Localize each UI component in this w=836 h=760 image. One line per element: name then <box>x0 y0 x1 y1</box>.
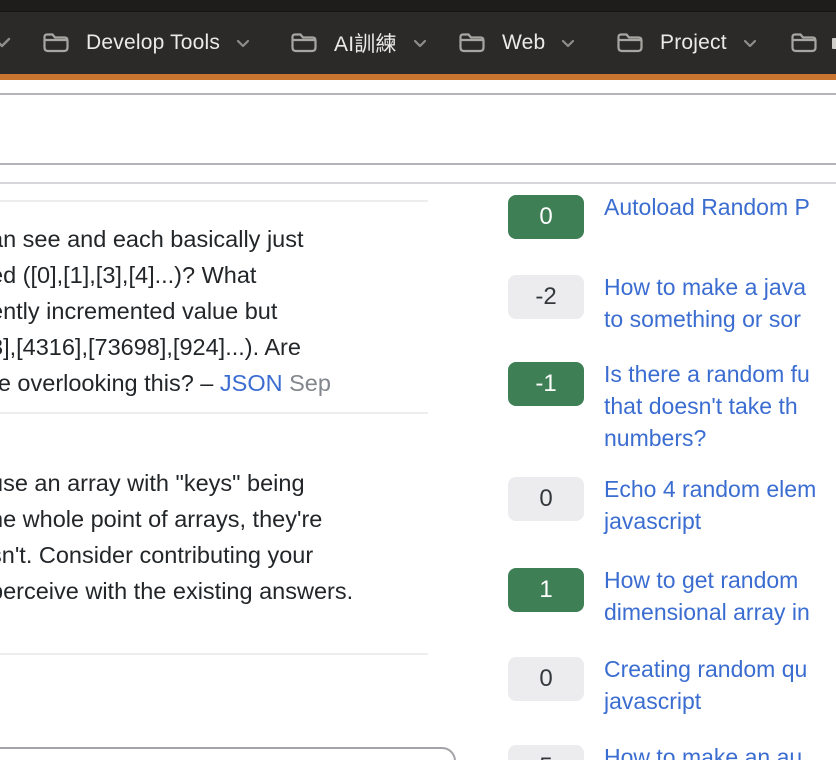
question-title-line: How to get random <box>604 564 810 596</box>
comment-text-line: ed ([0],[1],[3],[4]...)? What <box>0 257 426 293</box>
folder-icon <box>790 32 818 54</box>
question-title-line: that doesn't take th <box>604 390 810 422</box>
related-question-link[interactable]: How to make a java to something or sor <box>604 271 806 335</box>
browser-window: Develop Tools AI訓練 Web <box>0 0 836 760</box>
vote-score-badge: 1 <box>508 568 584 612</box>
bookmark-folder-develop-tools[interactable]: Develop Tools <box>42 12 250 74</box>
comment-text-line: he whole point of arrays, they're <box>0 501 426 537</box>
orange-accent-bar <box>0 74 836 80</box>
page-divider-subheader <box>0 182 836 184</box>
question-title-line: Autoload Random P <box>604 191 810 223</box>
related-question-link[interactable]: How to make an au <box>604 741 802 760</box>
comment-separator <box>0 200 428 202</box>
comment: an see and each basically just ed ([0],[… <box>0 221 426 401</box>
question-title-line: Is there a random fu <box>604 358 810 390</box>
comment-author-link[interactable]: JSON <box>220 370 283 396</box>
chevron-down-icon[interactable] <box>0 36 11 54</box>
question-title-line: Echo 4 random elem <box>604 473 816 505</box>
comment-separator <box>0 653 428 655</box>
add-comment-input[interactable] <box>0 747 456 760</box>
question-title-line: numbers? <box>604 422 810 454</box>
bookmark-folder-label: Develop Tools <box>86 31 220 55</box>
folder-icon <box>290 32 318 54</box>
bookmark-folder-clipped[interactable] <box>790 12 818 74</box>
bookmark-folder-label: Web <box>502 31 545 55</box>
comment-date: Sep <box>283 370 331 396</box>
question-title-line: How to make a java <box>604 271 806 303</box>
related-question-link[interactable]: Is there a random fu that doesn't take t… <box>604 358 810 454</box>
related-question-link[interactable]: How to get random dimensional array in <box>604 564 810 628</box>
vote-score-badge: 0 <box>508 657 584 701</box>
question-title-line: How to make an au <box>604 741 802 760</box>
related-question-link[interactable]: Autoload Random P <box>604 191 810 223</box>
bookmark-folder-label: Project <box>660 31 727 55</box>
related-question-link[interactable]: Creating random qu javascript <box>604 653 807 717</box>
comment-text-tail: re overlooking this? – <box>0 370 220 396</box>
chevron-down-icon <box>413 39 427 48</box>
vote-score-badge: -1 <box>508 362 584 406</box>
comment-text-line: re overlooking this? – JSON Sep <box>0 365 426 401</box>
question-title-line: dimensional array in <box>604 596 810 628</box>
vote-score-badge: 5 <box>508 745 584 760</box>
bookmark-folder-project[interactable]: Project <box>616 12 757 74</box>
bookmark-folder-web[interactable]: Web <box>458 12 575 74</box>
folder-icon <box>616 32 644 54</box>
vote-score-badge: -2 <box>508 275 584 319</box>
vote-score-badge: 0 <box>508 195 584 239</box>
comment: use an array with "keys" being he whole … <box>0 465 426 609</box>
page-divider-top <box>0 93 836 95</box>
folder-icon <box>42 32 70 54</box>
comment-text-line: use an array with "keys" being <box>0 465 426 501</box>
chevron-down-icon <box>236 39 250 48</box>
question-title-line: to something or sor <box>604 303 806 335</box>
bookmarks-bar: Develop Tools AI訓練 Web <box>0 12 836 74</box>
bookmark-folder-ai-training[interactable]: AI訓練 <box>290 12 427 74</box>
vote-score-badge: 0 <box>508 477 584 521</box>
question-title-line: Creating random qu <box>604 653 807 685</box>
page-divider-header <box>0 163 836 165</box>
comment-text-line: sn't. Consider contributing your <box>0 537 426 573</box>
clipped-bookmark-label-fragment <box>832 38 836 49</box>
comment-separator <box>0 412 428 414</box>
bookmark-folder-label: AI訓練 <box>334 28 397 58</box>
comment-text-line: ently incremented value but <box>0 293 426 329</box>
question-title-line: javascript <box>604 505 816 537</box>
comment-text-line: perceive with the existing answers. <box>0 573 426 609</box>
tab-bar-bottom-strip <box>0 0 836 12</box>
folder-icon <box>458 32 486 54</box>
chevron-down-icon <box>561 39 575 48</box>
related-question-link[interactable]: Echo 4 random elem javascript <box>604 473 816 537</box>
chevron-down-icon <box>743 39 757 48</box>
question-title-line: javascript <box>604 685 807 717</box>
comment-text-line: 3],[4316],[73698],[924]...). Are <box>0 329 426 365</box>
comment-text-line: an see and each basically just <box>0 221 426 257</box>
